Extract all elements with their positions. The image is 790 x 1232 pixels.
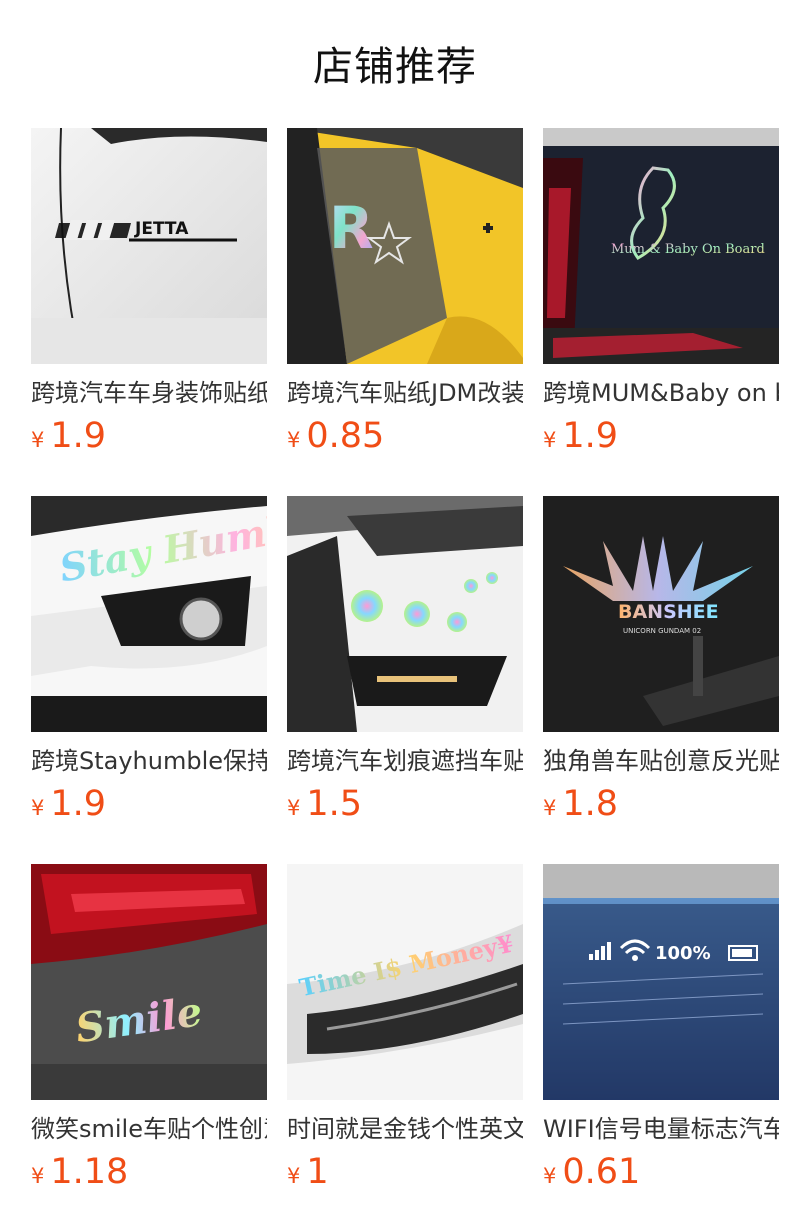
price-value: 1.18 [50,1152,129,1192]
product-price: ¥1.9 [543,416,779,456]
product-image[interactable]: Time I$ Money¥ [287,864,523,1100]
product-name[interactable]: 微笑smile车贴个性创意 [31,1114,267,1144]
product-card[interactable]: Stay Humble 跨境Stayhumble保持谦逊 ¥1.9 [31,496,267,824]
sticker-text: 100% [655,943,711,964]
product-price: ¥0.61 [543,1152,779,1192]
price-value: 1.9 [50,416,107,456]
product-name[interactable]: WIFI信号电量标志汽车贴 [543,1114,779,1144]
product-image[interactable]: Mum & Baby On Board [543,128,779,364]
product-name[interactable]: 独角兽车贴创意反光贴 [543,746,779,776]
product-card[interactable]: BANSHEE UNICORN GUNDAM 02 独角兽车贴创意反光贴 ¥1.… [543,496,779,824]
product-image[interactable]: JETTA [31,128,267,364]
product-image[interactable]: Smile [31,864,267,1100]
price-value: 0.85 [306,416,385,456]
price-value: 1.8 [562,784,619,824]
product-name[interactable]: 跨境Stayhumble保持谦逊 [31,746,267,776]
sticker-subtext: UNICORN GUNDAM 02 [623,627,701,635]
product-name[interactable]: 跨境汽车车身装饰贴纸 [31,378,267,408]
currency-symbol: ¥ [31,796,45,820]
price-value: 1.9 [562,416,619,456]
product-name[interactable]: 跨境MUM&Baby on board [543,378,779,408]
product-card[interactable]: Mum & Baby On Board 跨境MUM&Baby on board … [543,128,779,456]
price-value: 1.5 [306,784,363,824]
product-price: ¥1.5 [287,784,523,824]
product-card[interactable]: Time I$ Money¥ 时间就是金钱个性英文 ¥1 [287,864,523,1192]
product-price: ¥1 [287,1152,523,1192]
price-value: 1.9 [50,784,107,824]
sticker-text: R [329,194,374,262]
sticker-text: Mum & Baby On Board [611,242,765,257]
product-price: ¥0.85 [287,416,523,456]
product-price: ¥1.9 [31,784,267,824]
sticker-text: BANSHEE [618,601,719,623]
product-price: ¥1.8 [543,784,779,824]
product-card[interactable]: 100% WIFI信号电量标志汽车贴 ¥0.61 [543,864,779,1192]
sticker-text: JETTA [134,219,189,239]
currency-symbol: ¥ [287,1164,301,1188]
product-image[interactable]: R [287,128,523,364]
product-card[interactable]: 跨境汽车划痕遮挡车贴 ¥1.5 [287,496,523,824]
currency-symbol: ¥ [287,428,301,452]
currency-symbol: ¥ [543,428,557,452]
currency-symbol: ¥ [31,1164,45,1188]
product-image[interactable]: BANSHEE UNICORN GUNDAM 02 [543,496,779,732]
product-price: ¥1.18 [31,1152,267,1192]
page-title: 店铺推荐 [313,44,477,90]
product-name[interactable]: 跨境汽车贴纸JDM改装 [287,378,523,408]
price-value: 1 [306,1152,329,1192]
product-image[interactable]: 100% [543,864,779,1100]
price-value: 0.61 [562,1152,641,1192]
product-card[interactable]: R 跨境汽车贴纸JDM改装 ¥0.85 [287,128,523,456]
product-card[interactable]: Smile 微笑smile车贴个性创意 ¥1.18 [31,864,267,1192]
product-image[interactable] [287,496,523,732]
product-price: ¥1.9 [31,416,267,456]
product-name[interactable]: 时间就是金钱个性英文 [287,1114,523,1144]
product-image[interactable]: Stay Humble [31,496,267,732]
product-card[interactable]: JETTA 跨境汽车车身装饰贴纸 ¥1.9 [31,128,267,456]
currency-symbol: ¥ [287,796,301,820]
product-name[interactable]: 跨境汽车划痕遮挡车贴 [287,746,523,776]
currency-symbol: ¥ [543,1164,557,1188]
currency-symbol: ¥ [543,796,557,820]
currency-symbol: ¥ [31,428,45,452]
